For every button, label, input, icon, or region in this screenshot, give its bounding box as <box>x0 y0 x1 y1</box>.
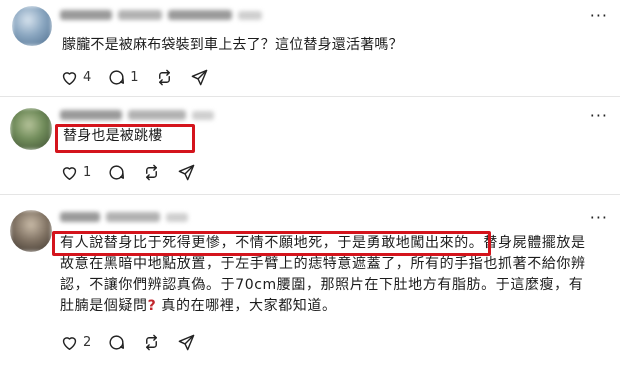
comment-line: 認，不讓你們辨認真偽。于70cm腰圍，那照片在下肚地方有脂肪。于這麼瘦，有 <box>60 277 584 293</box>
like-button[interactable]: 4 <box>60 68 91 87</box>
avatar[interactable] <box>10 108 52 150</box>
reply-button[interactable]: 1 <box>107 68 139 87</box>
heart-icon <box>62 337 77 350</box>
like-count: 4 <box>83 70 92 85</box>
comment-line-tail: 真的在哪裡，大家都知道。 <box>156 298 337 314</box>
comment-actions: 1 <box>60 163 212 182</box>
more-options-icon[interactable]: ··· <box>590 106 608 125</box>
divider <box>0 194 620 195</box>
repost-icon <box>146 334 158 351</box>
comment-actions: 2 <box>60 333 212 352</box>
share-icon <box>178 164 195 181</box>
repost-button[interactable] <box>155 68 174 87</box>
like-button[interactable]: 2 <box>60 333 91 352</box>
repost-button[interactable] <box>142 163 161 182</box>
more-options-icon[interactable]: ··· <box>590 208 608 227</box>
highlight-box <box>55 124 195 153</box>
avatar[interactable] <box>10 210 52 252</box>
comment-line: 故意在黑暗中地點放置，于左手臂上的痣特意遮蓋了，所有的手指也抓著不給你辨 <box>60 256 586 272</box>
heart-icon <box>62 167 77 180</box>
comment-icon <box>109 335 125 350</box>
author-meta[interactable] <box>60 212 188 222</box>
share-icon <box>191 69 207 86</box>
repost-icon <box>158 69 170 86</box>
share-icon <box>178 334 195 351</box>
reply-button[interactable] <box>107 333 126 352</box>
comment-icon <box>109 165 125 180</box>
comment-text: 朦朧不是被麻布袋裝到車上去了？這位替身還活著嗎？ <box>62 37 403 53</box>
divider <box>0 96 620 97</box>
comment-line: 肚腩是個疑問? 真的在哪裡，大家都知道。 <box>60 296 620 317</box>
author-meta[interactable] <box>60 110 214 120</box>
comment-icon <box>109 70 125 85</box>
comment-actions: 4 1 <box>60 68 225 87</box>
share-button[interactable] <box>177 163 196 182</box>
like-count: 2 <box>83 335 92 350</box>
reply-count: 1 <box>130 70 139 85</box>
share-button[interactable] <box>177 333 196 352</box>
comment-line-text: 肚腩是個疑問 <box>60 298 148 314</box>
share-button[interactable] <box>190 68 209 87</box>
author-meta[interactable] <box>60 10 262 20</box>
like-button[interactable]: 1 <box>60 163 91 182</box>
like-count: 1 <box>83 165 92 180</box>
heart-icon <box>62 72 77 85</box>
reply-button[interactable] <box>107 163 126 182</box>
repost-icon <box>146 164 158 181</box>
repost-button[interactable] <box>142 333 161 352</box>
more-options-icon[interactable]: ··· <box>590 6 608 25</box>
avatar[interactable] <box>12 6 52 46</box>
highlight-box <box>52 231 491 256</box>
